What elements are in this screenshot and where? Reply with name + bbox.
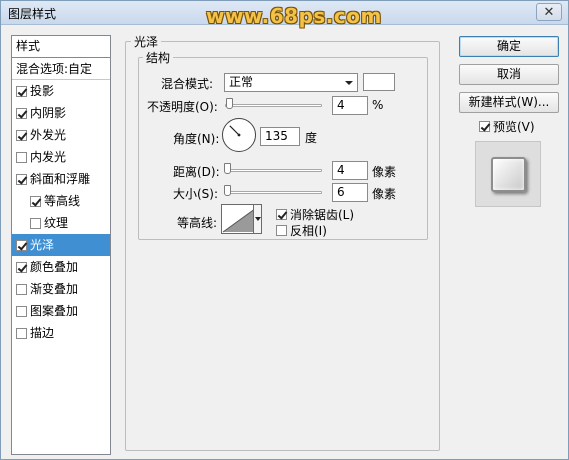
style-checkbox[interactable] <box>16 261 27 273</box>
style-list-item[interactable]: 描边 <box>12 322 110 344</box>
style-list-item-label: 内阴影 <box>30 106 67 120</box>
style-list-item-label: 渐变叠加 <box>30 282 79 296</box>
style-list-item[interactable]: 内阴影 <box>12 102 110 124</box>
blend-mode-select[interactable]: 正常 <box>224 73 358 92</box>
preview-label: 预览(V) <box>493 120 535 134</box>
style-list-item-label: 图案叠加 <box>30 304 79 318</box>
antialias-label: 消除锯齿(L) <box>290 208 355 222</box>
close-button[interactable]: ✕ <box>536 3 562 21</box>
layer-style-dialog: 图层样式 www.68ps.com ✕ 样式 混合选项:自定 投影内阴影外发光内… <box>0 0 569 460</box>
style-list-item[interactable]: 外发光 <box>12 124 110 146</box>
style-list-item[interactable]: 投影 <box>12 80 110 102</box>
opacity-slider-track[interactable] <box>225 104 322 107</box>
style-list-item-label: 斜面和浮雕 <box>30 172 91 186</box>
style-list-item-label: 外发光 <box>30 128 67 142</box>
antialias-checkbox[interactable] <box>276 209 287 220</box>
cancel-button[interactable]: 取消 <box>459 64 559 85</box>
opacity-label: 不透明度(O): <box>147 100 218 114</box>
opacity-slider-thumb[interactable] <box>225 98 233 109</box>
antialias-checkbox-row[interactable]: 消除锯齿(L) <box>276 206 354 223</box>
style-checkbox[interactable] <box>16 107 27 119</box>
invert-label: 反相(I) <box>290 224 327 238</box>
size-slider-thumb[interactable] <box>224 185 232 196</box>
distance-slider-track[interactable] <box>225 169 322 172</box>
distance-slider-thumb[interactable] <box>223 163 231 174</box>
blend-mode-label: 混合模式: <box>161 77 214 91</box>
contour-dropdown-button[interactable] <box>253 204 262 234</box>
style-list-item-label: 内发光 <box>30 150 67 164</box>
angle-unit: 度 <box>305 131 318 145</box>
style-checkbox[interactable] <box>16 239 27 251</box>
style-list-item[interactable]: 颜色叠加 <box>12 256 110 278</box>
size-slider-track[interactable] <box>225 191 322 194</box>
opacity-input[interactable]: 4 <box>332 96 368 115</box>
blend-options-item[interactable]: 混合选项:自定 <box>12 58 110 80</box>
opacity-unit: % <box>372 98 384 112</box>
watermark-text: www.68ps.com <box>206 4 382 28</box>
invert-checkbox[interactable] <box>276 225 287 236</box>
style-list-item-label: 投影 <box>30 84 55 98</box>
preview-thumbnail <box>491 157 526 192</box>
style-list-item[interactable]: 图案叠加 <box>12 300 110 322</box>
title-bar[interactable]: 图层样式 www.68ps.com ✕ <box>1 1 568 28</box>
style-checkbox[interactable] <box>16 85 27 97</box>
style-checkbox[interactable] <box>16 129 27 141</box>
style-list-item[interactable]: 渐变叠加 <box>12 278 110 300</box>
preview-checkbox[interactable] <box>479 121 490 132</box>
style-list-item[interactable]: 纹理 <box>12 212 110 234</box>
blend-mode-value: 正常 <box>229 75 254 89</box>
invert-checkbox-row[interactable]: 反相(I) <box>276 222 327 239</box>
distance-unit: 像素 <box>372 165 397 179</box>
size-unit: 像素 <box>372 187 397 201</box>
style-list-item-label: 描边 <box>30 326 55 340</box>
dialog-title: 图层样式 <box>8 7 57 21</box>
angle-dial[interactable] <box>222 118 256 152</box>
style-checkbox[interactable] <box>16 283 27 295</box>
style-checkbox[interactable] <box>16 305 27 317</box>
style-list-item-label: 纹理 <box>44 216 69 230</box>
contour-label: 等高线: <box>177 216 218 230</box>
style-list-item-label: 等高线 <box>44 194 81 208</box>
style-checkbox[interactable] <box>16 151 27 163</box>
preview-checkbox-row[interactable]: 预览(V) <box>479 118 535 135</box>
angle-dial-needle <box>229 125 241 137</box>
satin-group-title: 光泽 <box>131 33 162 50</box>
satin-color-swatch[interactable] <box>363 73 395 91</box>
angle-input[interactable]: 135 <box>260 127 300 146</box>
size-input[interactable]: 6 <box>332 183 368 202</box>
style-checkbox[interactable] <box>30 195 41 207</box>
style-list-item-label: 颜色叠加 <box>30 260 79 274</box>
style-checkbox[interactable] <box>16 327 27 339</box>
style-checkbox[interactable] <box>16 173 27 185</box>
style-list-header[interactable]: 样式 <box>12 36 110 58</box>
preview-area <box>475 141 541 207</box>
distance-label: 距离(D): <box>173 165 220 179</box>
style-list-item[interactable]: 等高线 <box>12 190 110 212</box>
close-icon: ✕ <box>543 4 555 20</box>
new-style-button[interactable]: 新建样式(W)... <box>459 92 559 113</box>
distance-input[interactable]: 4 <box>332 161 368 180</box>
style-checkbox[interactable] <box>30 217 41 229</box>
style-list-item-label: 光泽 <box>30 238 55 252</box>
chevron-down-icon <box>345 81 353 85</box>
angle-label: 角度(N): <box>173 132 220 146</box>
structure-group-title: 结构 <box>143 49 174 66</box>
ok-button[interactable]: 确定 <box>459 36 559 57</box>
style-list: 样式 混合选项:自定 投影内阴影外发光内发光斜面和浮雕等高线纹理光泽颜色叠加渐变… <box>11 35 111 455</box>
size-label: 大小(S): <box>173 187 219 201</box>
style-list-item[interactable]: 斜面和浮雕 <box>12 168 110 190</box>
style-list-item[interactable]: 内发光 <box>12 146 110 168</box>
style-list-item[interactable]: 光泽 <box>12 234 110 256</box>
